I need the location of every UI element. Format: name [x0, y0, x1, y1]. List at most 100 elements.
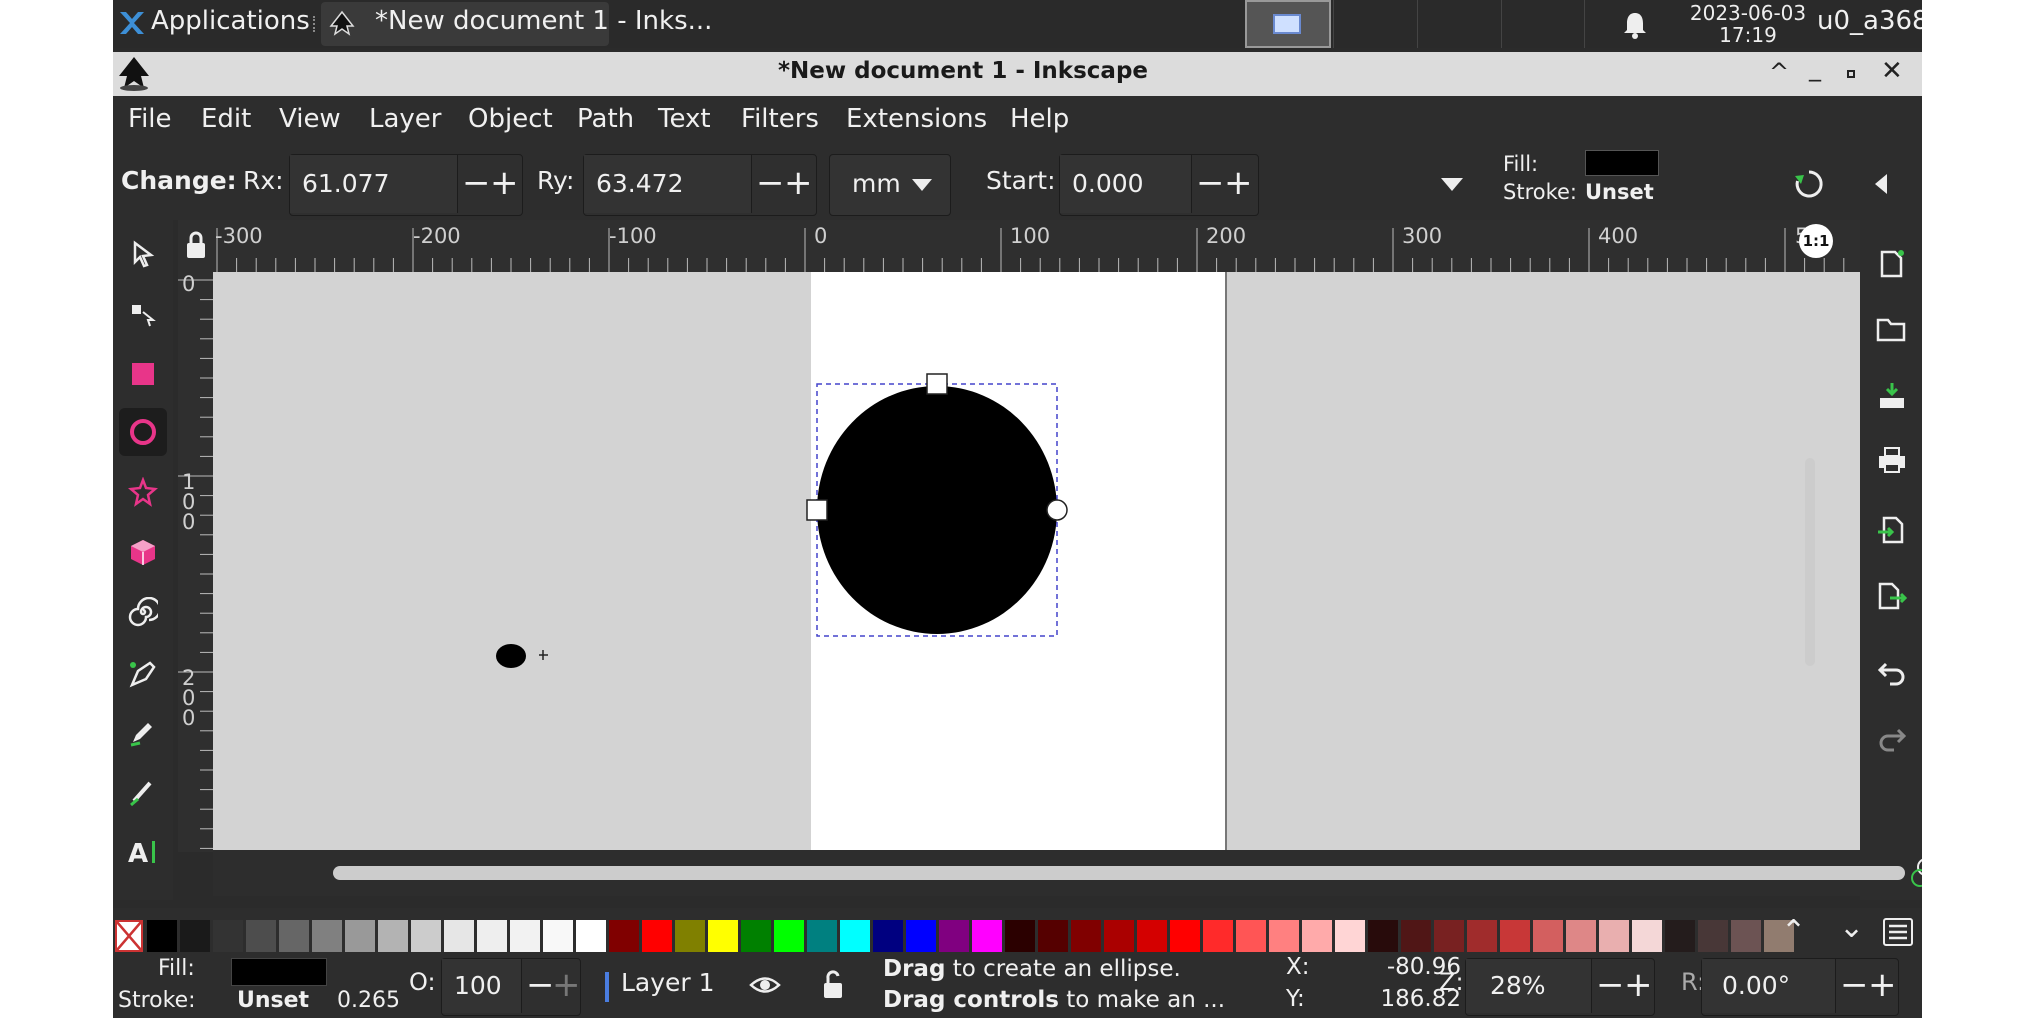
start-input[interactable]: 0.000	[1060, 155, 1192, 213]
titlebar-maximize-icon[interactable]	[1847, 70, 1855, 78]
selector-tool-icon[interactable]	[119, 230, 167, 278]
menu-help[interactable]: Help	[1010, 104, 1069, 134]
guide-lock-button[interactable]	[178, 220, 213, 272]
node-tool-icon[interactable]	[119, 290, 167, 338]
taskbar-window-button[interactable]: *New document 1 - Inks...	[321, 2, 712, 46]
ry-input[interactable]: 63.472	[584, 155, 752, 213]
color-swatch[interactable]	[939, 920, 969, 952]
calligraphy-tool-icon[interactable]	[119, 768, 167, 816]
color-swatch[interactable]	[1401, 920, 1431, 952]
arc-start-handle[interactable]	[1046, 499, 1068, 521]
text-tool-icon[interactable]: A	[119, 828, 167, 876]
color-swatch[interactable]	[1269, 920, 1299, 952]
color-swatch[interactable]	[1500, 920, 1530, 952]
fill-indicator[interactable]	[1585, 150, 1659, 176]
ellipse-tool-icon[interactable]	[119, 408, 167, 456]
menu-extensions[interactable]: Extensions	[846, 104, 987, 134]
pen-tool-icon[interactable]	[119, 650, 167, 698]
vertical-scrollbar-thumb[interactable]	[1805, 458, 1815, 666]
pencil-tool-icon[interactable]	[119, 708, 167, 756]
color-swatch[interactable]	[411, 920, 441, 952]
print-icon[interactable]	[1874, 442, 1910, 478]
color-swatch[interactable]	[510, 920, 540, 952]
color-swatch[interactable]	[444, 920, 474, 952]
open-folder-icon[interactable]	[1874, 312, 1910, 348]
rectangle-tool-icon[interactable]	[119, 350, 167, 398]
color-swatch[interactable]	[543, 920, 573, 952]
menu-layer[interactable]: Layer	[369, 104, 442, 134]
color-swatch[interactable]	[1038, 920, 1068, 952]
palette-scroll-down-icon[interactable]: ⌄	[1839, 910, 1864, 945]
palette-scroll-up-icon[interactable]: ⌃	[1781, 914, 1806, 949]
color-swatch[interactable]	[147, 920, 177, 952]
unit-dropdown[interactable]: mm	[829, 154, 951, 216]
color-management-icon[interactable]	[1909, 856, 1922, 890]
rotate-decrement-button[interactable]: −	[1840, 959, 1869, 1011]
export-icon[interactable]	[1874, 578, 1910, 614]
color-swatch[interactable]	[1731, 920, 1761, 952]
titlebar-roll-icon[interactable]: ^	[1769, 58, 1789, 86]
no-paint-swatch[interactable]	[115, 920, 143, 952]
color-swatch[interactable]	[906, 920, 936, 952]
color-swatch[interactable]	[972, 920, 1002, 952]
zoom-in-button[interactable]: +	[1624, 959, 1653, 1011]
color-swatch[interactable]	[1632, 920, 1662, 952]
3d-box-tool-icon[interactable]	[119, 528, 167, 576]
stroke-value[interactable]: Unset	[1585, 180, 1654, 204]
horizontal-scrollbar-thumb[interactable]	[333, 866, 1905, 880]
color-swatch[interactable]	[180, 920, 210, 952]
small-ellipse-object[interactable]	[496, 644, 526, 668]
color-swatch[interactable]	[840, 920, 870, 952]
rotate-input[interactable]: 0.00°	[1702, 959, 1836, 1013]
rx-decrement-button[interactable]: −	[462, 155, 491, 211]
status-fill-swatch[interactable]	[231, 958, 327, 986]
ry-handle[interactable]	[926, 373, 948, 395]
zoom-1to1-button[interactable]: 1:1	[1799, 224, 1833, 258]
color-swatch[interactable]	[312, 920, 342, 952]
start-increment-button[interactable]: +	[1224, 155, 1253, 211]
vertical-ruler[interactable]: 0 1 0 0 2 0 0	[178, 272, 213, 852]
rx-increment-button[interactable]: +	[490, 155, 519, 211]
color-swatch[interactable]	[246, 920, 276, 952]
color-swatch[interactable]	[609, 920, 639, 952]
color-swatch[interactable]	[708, 920, 738, 952]
zoom-input[interactable]: 28%	[1466, 959, 1592, 1013]
menu-edit[interactable]: Edit	[201, 104, 251, 134]
opacity-decrement-button[interactable]: −	[526, 959, 555, 1011]
color-swatch[interactable]	[774, 920, 804, 952]
color-swatch[interactable]	[1203, 920, 1233, 952]
color-swatch[interactable]	[1566, 920, 1596, 952]
color-swatch[interactable]	[1104, 920, 1134, 952]
ry-increment-button[interactable]: +	[784, 155, 813, 211]
color-swatch[interactable]	[1368, 920, 1398, 952]
color-swatch[interactable]	[1302, 920, 1332, 952]
workspace-4[interactable]	[1501, 0, 1585, 48]
notification-bell-icon[interactable]	[1621, 10, 1649, 40]
import-icon[interactable]	[1874, 512, 1910, 548]
drawing-canvas[interactable]	[213, 272, 1910, 850]
zoom-out-button[interactable]: −	[1596, 959, 1625, 1011]
menu-text[interactable]: Text	[658, 104, 711, 134]
workspace-1[interactable]	[1245, 0, 1331, 48]
layer-visibility-eye-icon[interactable]	[749, 972, 781, 998]
color-swatch[interactable]	[675, 920, 705, 952]
undo-icon[interactable]	[1874, 654, 1910, 690]
color-swatch[interactable]	[1335, 920, 1365, 952]
color-swatch[interactable]	[1698, 920, 1728, 952]
horizontal-ruler[interactable]: -300 -200 -100 0 100 200 300 400 5 1:1	[213, 220, 1910, 272]
applications-menu[interactable]: Applications	[151, 6, 310, 36]
rx-handle[interactable]	[806, 499, 828, 521]
color-swatch[interactable]	[378, 920, 408, 952]
rx-input[interactable]: 61.077	[290, 155, 458, 213]
color-swatch[interactable]	[1599, 920, 1629, 952]
ry-decrement-button[interactable]: −	[756, 155, 785, 211]
color-swatch[interactable]	[873, 920, 903, 952]
color-swatch[interactable]	[345, 920, 375, 952]
clock[interactable]: 2023-06-03 17:19	[1673, 2, 1823, 46]
workspace-2[interactable]	[1333, 0, 1417, 48]
new-document-icon[interactable]	[1874, 246, 1910, 282]
save-icon[interactable]	[1874, 378, 1910, 414]
color-swatch[interactable]	[1467, 920, 1497, 952]
color-swatch[interactable]	[279, 920, 309, 952]
toolbar-overflow-chevron-icon[interactable]	[1441, 178, 1463, 191]
